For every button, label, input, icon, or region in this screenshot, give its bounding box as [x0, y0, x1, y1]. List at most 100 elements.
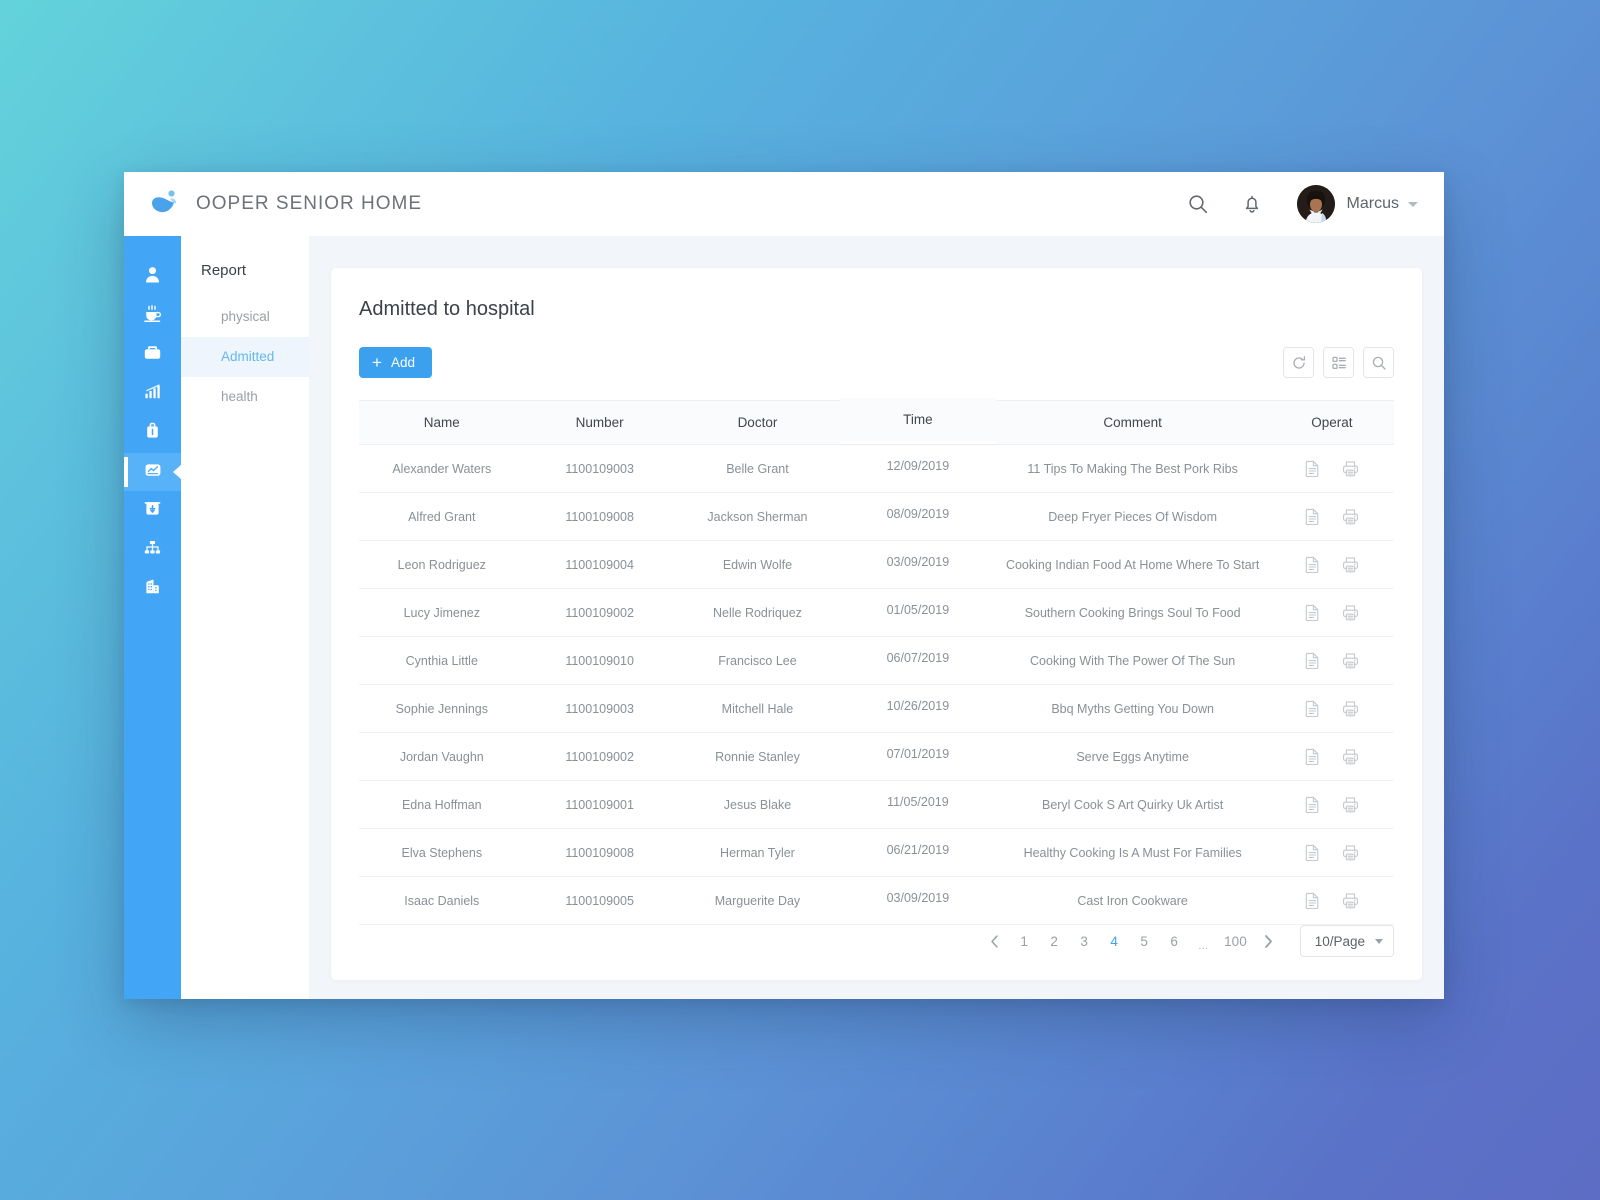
document-icon[interactable]: [1305, 460, 1320, 477]
admitted-table: Name Number Doctor Time Comment Operat A…: [359, 397, 1394, 925]
pagination: 1 2 3 4 5 6 ... 100 10/Page: [981, 925, 1394, 957]
rail-item-chart[interactable]: [124, 375, 181, 413]
page-6[interactable]: 6: [1161, 928, 1187, 954]
page-4[interactable]: 4: [1101, 928, 1127, 954]
cell-time: 12/09/2019: [840, 441, 996, 490]
cell-name: Sophie Jennings: [359, 684, 525, 733]
document-icon[interactable]: [1305, 556, 1320, 573]
table-row[interactable]: Cynthia Little 1100109010 Francisco Lee 06/…: [359, 633, 1394, 685]
table-search-icon[interactable]: [1363, 347, 1394, 378]
page-1[interactable]: 1: [1011, 928, 1037, 954]
table-row[interactable]: Elva Stephens 1100109008 Herman Tyler 06/21…: [359, 825, 1394, 877]
table-row[interactable]: Alfred Grant 1100109008 Jackson Sherman 08/…: [359, 489, 1394, 541]
cell-time: 03/09/2019: [840, 537, 996, 586]
page-title: Admitted to hospital: [359, 298, 535, 320]
printer-icon[interactable]: [1342, 508, 1359, 525]
column-header-number: Number: [524, 400, 675, 445]
printer-icon[interactable]: [1342, 604, 1359, 621]
pagination-ellipsis: ...: [1198, 938, 1209, 952]
cell-name: Edna Hoffman: [359, 780, 525, 829]
subnav-item-admitted[interactable]: Admitted: [181, 337, 309, 378]
report-card: Admitted to hospital + Add Name Number D…: [331, 268, 1422, 980]
rail-item-user[interactable]: [124, 258, 181, 296]
rail-item-briefcase[interactable]: [124, 336, 181, 374]
page-2[interactable]: 2: [1041, 928, 1067, 954]
cell-comment: Healthy Cooking Is A Must For Families: [995, 828, 1270, 877]
printer-icon[interactable]: [1342, 700, 1359, 717]
table-row[interactable]: Jordan Vaughn 1100109002 Ronnie Stanley 07/…: [359, 729, 1394, 781]
printer-icon[interactable]: [1342, 460, 1359, 477]
table-row[interactable]: Isaac Daniels 1100109005 Marguerite Day 03/…: [359, 873, 1394, 925]
rail-item-medical-box[interactable]: [124, 492, 181, 530]
page-3[interactable]: 3: [1071, 928, 1097, 954]
table-header: Name Number Doctor Time Comment Operat: [359, 397, 1394, 445]
top-header-bar: OOPER SENIOR HOME Marcus: [124, 172, 1444, 236]
rail-item-sitemap[interactable]: [124, 531, 181, 569]
printer-icon[interactable]: [1342, 556, 1359, 573]
printer-icon[interactable]: [1342, 796, 1359, 813]
page-size-selector[interactable]: 10/Page: [1299, 925, 1394, 957]
subnav-item-physical[interactable]: physical: [181, 297, 309, 337]
chevron-left-icon[interactable]: [981, 928, 1007, 954]
secondary-nav: Report physical Admitted health: [181, 236, 309, 999]
document-icon[interactable]: [1305, 796, 1320, 813]
briefcase-icon: [143, 343, 162, 367]
cell-time: 08/09/2019: [840, 489, 996, 538]
table-row[interactable]: Lucy Jimenez 1100109002 Nelle Rodriquez 01/…: [359, 585, 1394, 637]
user-name: Marcus: [1346, 195, 1399, 212]
subnav-item-health[interactable]: health: [181, 377, 309, 417]
document-icon[interactable]: [1305, 604, 1320, 621]
chevron-down-icon: [1408, 201, 1418, 207]
brand-title: OOPER SENIOR HOME: [196, 193, 423, 214]
table-row[interactable]: Leon Rodriguez 1100109004 Edwin Wolfe 03/09…: [359, 537, 1394, 589]
user-menu[interactable]: Marcus: [1296, 185, 1418, 223]
avatar: [1296, 185, 1335, 223]
table-row[interactable]: Edna Hoffman 1100109001 Jesus Blake 11/05/2…: [359, 777, 1394, 829]
document-icon[interactable]: [1305, 748, 1320, 765]
bell-icon[interactable]: [1237, 189, 1267, 219]
rail-item-monitor-chart[interactable]: [124, 453, 181, 491]
list-settings-icon[interactable]: [1323, 347, 1354, 378]
document-icon[interactable]: [1305, 892, 1320, 909]
bar-chart-icon: [143, 382, 162, 406]
column-header-doctor: Doctor: [674, 400, 841, 445]
cell-operat: [1269, 588, 1394, 637]
add-button[interactable]: + Add: [359, 347, 432, 378]
cell-time: 06/21/2019: [840, 825, 996, 874]
app-body: Report physical Admitted health Admitted…: [124, 236, 1444, 999]
printer-icon[interactable]: [1342, 844, 1359, 861]
cell-comment: Bbq Myths Getting You Down: [995, 684, 1270, 733]
table-row[interactable]: Sophie Jennings 1100109003 Mitchell Hale 10…: [359, 681, 1394, 733]
column-header-time: Time: [840, 397, 996, 442]
printer-icon[interactable]: [1342, 748, 1359, 765]
document-icon[interactable]: [1305, 508, 1320, 525]
cell-operat: [1269, 492, 1394, 541]
medical-box-icon: [143, 499, 162, 523]
printer-icon[interactable]: [1342, 892, 1359, 909]
cell-name: Lucy Jimenez: [359, 588, 525, 637]
cell-number: 1100109001: [524, 780, 675, 829]
rail-item-suitcase[interactable]: [124, 414, 181, 452]
page-5[interactable]: 5: [1131, 928, 1157, 954]
rail-item-building[interactable]: [124, 570, 181, 608]
rail-item-coffee[interactable]: [124, 297, 181, 335]
cell-operat: [1269, 540, 1394, 589]
chevron-right-icon[interactable]: [1256, 928, 1282, 954]
cell-name: Isaac Daniels: [359, 876, 525, 925]
cell-number: 1100109008: [524, 492, 675, 541]
water-drop-logo: [148, 187, 182, 221]
cell-doctor: Edwin Wolfe: [674, 540, 841, 589]
page-last[interactable]: 100: [1219, 928, 1252, 954]
cell-name: Cynthia Little: [359, 636, 525, 685]
refresh-icon[interactable]: [1283, 347, 1314, 378]
table-header-row: Name Number Doctor Time Comment Operat: [359, 397, 1394, 445]
plus-icon: +: [372, 353, 382, 372]
document-icon[interactable]: [1305, 700, 1320, 717]
pagination-area: 1 2 3 4 5 6 ... 100 10/Page: [359, 925, 1394, 987]
table-row[interactable]: Alexander Waters 1100109003 Belle Grant 12/…: [359, 441, 1394, 493]
document-icon[interactable]: [1305, 652, 1320, 669]
search-icon[interactable]: [1183, 189, 1213, 219]
document-icon[interactable]: [1305, 844, 1320, 861]
header-actions: Marcus: [1183, 185, 1418, 223]
printer-icon[interactable]: [1342, 652, 1359, 669]
